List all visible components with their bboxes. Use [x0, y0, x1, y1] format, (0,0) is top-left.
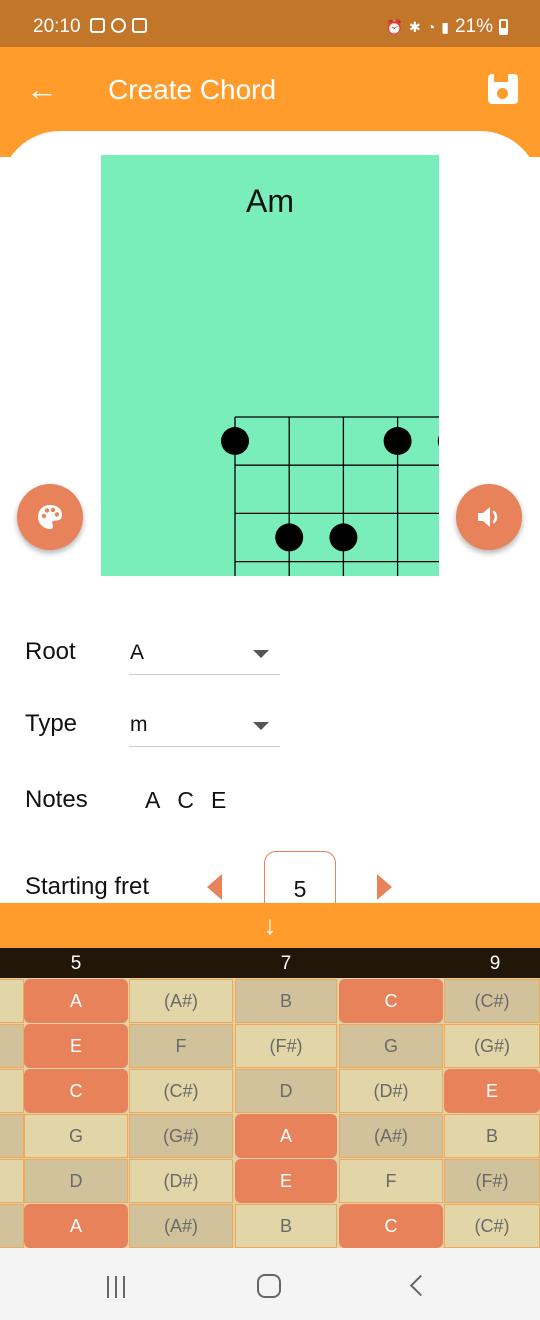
- recent-apps-icon[interactable]: [107, 1276, 125, 1298]
- increment-fret-button[interactable]: [377, 874, 392, 900]
- finger-dot[interactable]: [329, 523, 358, 552]
- fret-cell-edge[interactable]: [0, 979, 24, 1023]
- bluetooth-icon: ✱: [409, 18, 421, 35]
- note-value: C: [177, 787, 194, 813]
- status-bar: 20:10 ⏰ ✱ ◔ ▮ 21%: [0, 0, 540, 47]
- palette-button[interactable]: [17, 484, 83, 550]
- system-nav-bar: [0, 1248, 540, 1320]
- fret-cell[interactable]: E: [24, 1024, 128, 1068]
- fret-number: 5: [70, 953, 82, 974]
- starting-fret-input[interactable]: 5: [264, 851, 336, 911]
- page-title: Create Chord: [108, 74, 277, 105]
- fret-cell[interactable]: (C#): [129, 1069, 233, 1113]
- fret-cell-edge[interactable]: [0, 1024, 24, 1068]
- fret-cell[interactable]: (F#): [444, 1159, 540, 1203]
- fret-cell-edge[interactable]: [0, 1204, 24, 1248]
- alarm-icon: ⏰: [385, 18, 404, 35]
- play-sound-button[interactable]: [456, 484, 522, 550]
- home-icon[interactable]: [257, 1274, 281, 1298]
- finger-dot[interactable]: [383, 427, 412, 455]
- finger-dot[interactable]: [437, 427, 439, 455]
- gallery-icon: [90, 18, 105, 33]
- fretboard-toggle[interactable]: ↓: [0, 903, 540, 948]
- fret-cell[interactable]: (A#): [129, 1204, 233, 1248]
- notes-label: Notes: [25, 786, 88, 813]
- arrow-down-icon: ↓: [263, 910, 277, 940]
- fret-cell[interactable]: F: [339, 1159, 443, 1203]
- arrow-left-icon[interactable]: ←: [26, 71, 58, 107]
- type-label: Type: [25, 710, 78, 737]
- fret-cell[interactable]: (A#): [339, 1114, 443, 1158]
- android-icon: [111, 18, 126, 33]
- volume-icon: [478, 507, 498, 527]
- type-select[interactable]: m: [129, 703, 280, 747]
- fret-cell[interactable]: A: [24, 1204, 128, 1248]
- fret-cell[interactable]: C: [339, 979, 443, 1023]
- starting-fret-label: Starting fret: [25, 873, 150, 900]
- fret-cell[interactable]: C: [24, 1069, 128, 1113]
- fret-cell[interactable]: E: [444, 1069, 540, 1113]
- fret-cell[interactable]: (D#): [339, 1069, 443, 1113]
- fret-cell[interactable]: B: [235, 1204, 337, 1248]
- fret-number: 9: [489, 953, 501, 974]
- note-value: A: [145, 787, 161, 813]
- type-value: m: [130, 713, 148, 736]
- palette-icon: [38, 505, 62, 529]
- fret-cell-edge[interactable]: [0, 1159, 24, 1203]
- system-icons: ⏰ ✱ ◔ ▮ 21%: [386, 16, 508, 38]
- fret-cell[interactable]: E: [235, 1159, 337, 1203]
- root-select[interactable]: A: [129, 631, 280, 675]
- fret-number: 7: [280, 953, 292, 974]
- root-value: A: [130, 641, 145, 664]
- fret-cell[interactable]: A: [24, 979, 128, 1023]
- fretboard: A (A#) B C (C#) E F (F#) G (G#) C (C#) D (D#) E G (G#) A(…: [0, 978, 540, 1248]
- fret-cell[interactable]: (G#): [129, 1114, 233, 1158]
- fret-cell-edge[interactable]: [0, 1069, 24, 1113]
- fret-cell[interactable]: A: [235, 1114, 337, 1158]
- status-time: 20:10: [33, 16, 81, 37]
- signal-icon: ▮: [441, 18, 449, 35]
- fret-cell[interactable]: (C#): [444, 1204, 540, 1248]
- fret-cell[interactable]: C: [339, 1204, 443, 1248]
- fret-number-bar: 5 7 9: [0, 948, 540, 978]
- battery-percent: 21%: [454, 16, 493, 37]
- fret-cell[interactable]: D: [235, 1069, 337, 1113]
- battery-icon: [499, 19, 508, 35]
- chevron-down-icon: [253, 650, 269, 658]
- finger-dot[interactable]: [275, 523, 304, 552]
- fret-cell[interactable]: B: [235, 979, 337, 1023]
- fret-cell[interactable]: F: [129, 1024, 233, 1068]
- fret-cell[interactable]: (A#): [129, 979, 233, 1023]
- chevron-down-icon: [253, 722, 269, 730]
- notification-icons: [90, 18, 147, 33]
- fret-cell[interactable]: G: [24, 1114, 128, 1158]
- chord-grid: 5: [221, 416, 439, 576]
- fret-cell-edge[interactable]: [0, 1114, 24, 1158]
- note-value: E: [210, 787, 227, 813]
- decrement-fret-button[interactable]: [207, 874, 222, 900]
- fret-cell[interactable]: G: [339, 1024, 443, 1068]
- notes-list: A C E: [145, 787, 226, 814]
- root-label: Root: [25, 638, 76, 665]
- finger-dot[interactable]: [221, 427, 249, 455]
- save-icon[interactable]: [488, 74, 518, 104]
- wifi-icon: ◔: [426, 19, 436, 35]
- app-icon: [132, 18, 147, 33]
- fret-cell[interactable]: (G#): [444, 1024, 540, 1068]
- fret-cell[interactable]: (C#): [444, 979, 540, 1023]
- fret-cell[interactable]: (F#): [235, 1024, 337, 1068]
- fret-cell[interactable]: (D#): [129, 1159, 233, 1203]
- chord-diagram[interactable]: Am 5: [101, 155, 439, 576]
- fret-cell[interactable]: B: [444, 1114, 540, 1158]
- fret-cell[interactable]: D: [24, 1159, 128, 1203]
- back-icon[interactable]: [409, 1274, 432, 1297]
